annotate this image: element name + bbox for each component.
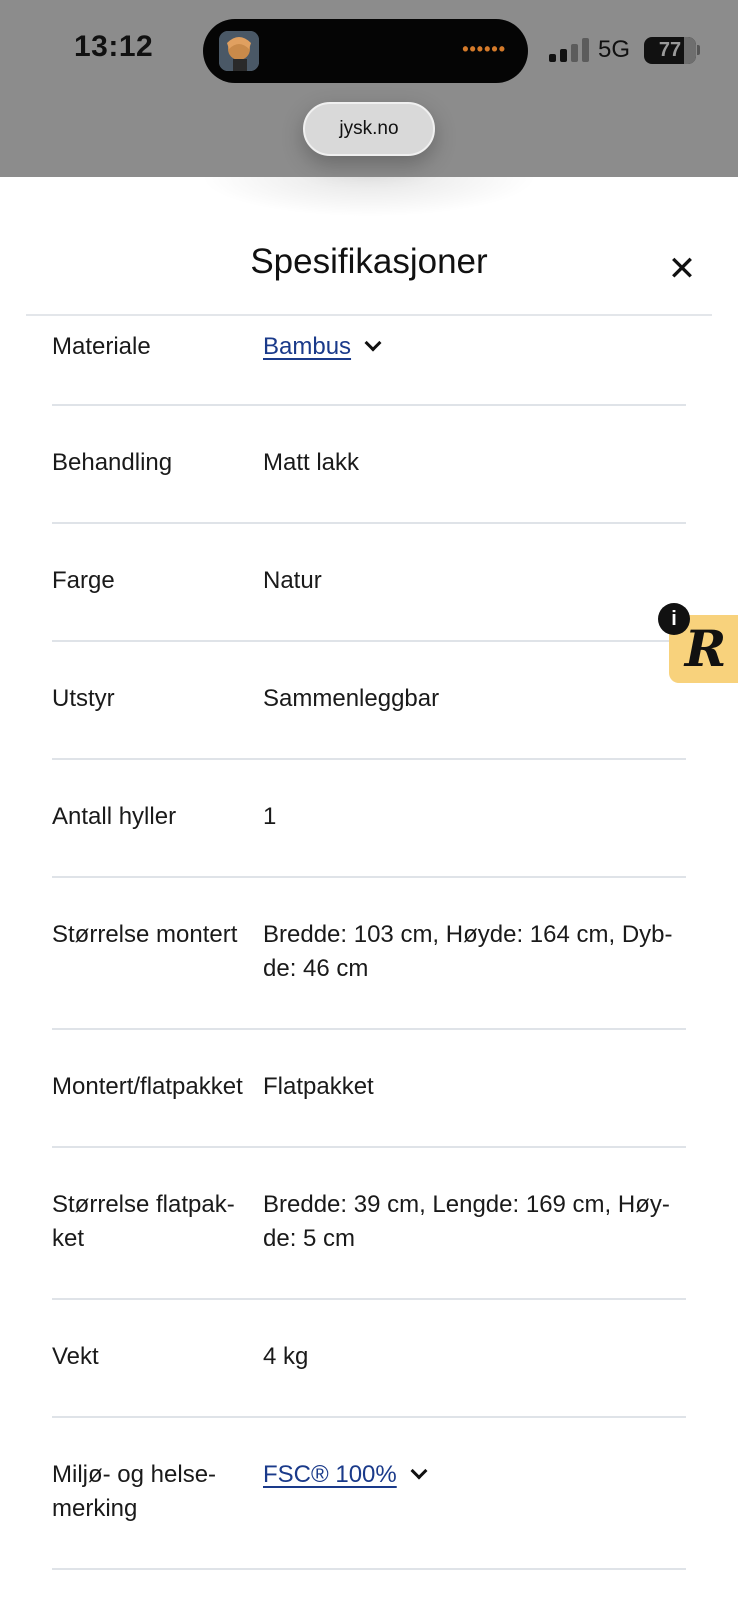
spec-value-line: de: 5 cm	[263, 1225, 356, 1252]
spec-label: Materiale	[52, 333, 151, 360]
close-icon: ✕	[667, 250, 697, 288]
spec-value: Flatpakket	[263, 1073, 374, 1100]
spec-value: Matt lakk	[263, 449, 360, 476]
chevron-down-icon[interactable]	[364, 334, 382, 352]
spec-row: Montert/flatpakket Flatpakket	[52, 1030, 686, 1148]
spec-value: Bredde: 39 cm, Lengde: 169 cm, Høy- de: …	[263, 1188, 683, 1256]
activity-dots-icon: ••••••	[462, 39, 506, 59]
spec-value: Bambus	[263, 330, 683, 364]
spec-row: Farge Natur	[52, 524, 686, 642]
spec-label: Vekt	[52, 1343, 99, 1370]
spec-value-line: Bredde: 39 cm, Lengde: 169 cm, Høy-	[263, 1191, 670, 1218]
spec-label: Miljø- og helse- merking	[52, 1458, 257, 1526]
sheet-title: Spesifikasjoner	[250, 242, 488, 281]
spec-value: FSC® 100%	[263, 1458, 683, 1492]
spec-label: Størrelse montert	[52, 921, 238, 948]
certification-link[interactable]: FSC® 100%	[263, 1461, 397, 1488]
spec-value: 4 kg	[263, 1343, 309, 1370]
spec-value: Natur	[263, 567, 322, 594]
spec-list: Materiale Bambus Behandling Matt lakk Fa…	[52, 316, 686, 1570]
spec-row: Størrelse montert Bredde: 103 cm, Høyde:…	[52, 878, 686, 1030]
spec-value: Bredde: 103 cm, Høyde: 164 cm, Dyb- de: …	[263, 918, 683, 986]
spec-label-line: Størrelse flatpak-	[52, 1191, 235, 1218]
cellular-signal-icon	[549, 38, 589, 62]
spec-label: Utstyr	[52, 685, 115, 712]
spec-label: Farge	[52, 567, 115, 594]
spec-row: Materiale Bambus	[52, 316, 686, 406]
spec-row: Vekt 4 kg	[52, 1300, 686, 1418]
dynamic-island[interactable]: ••••••	[203, 19, 528, 83]
battery-icon: 77	[644, 37, 696, 64]
close-button[interactable]: ✕	[664, 252, 700, 288]
spec-label-line: merking	[52, 1495, 138, 1522]
spec-value: 1	[263, 803, 277, 830]
spec-row: Utstyr Sammenleggbar	[52, 642, 686, 760]
sheet-shadow	[200, 177, 538, 217]
spec-value-line: de: 46 cm	[263, 955, 369, 982]
spec-row: Antall hyller 1	[52, 760, 686, 878]
info-icon[interactable]: i	[658, 603, 690, 635]
battery-level: 77	[658, 39, 682, 61]
now-playing-artwork	[219, 31, 259, 71]
spec-label-line: Miljø- og helse-	[52, 1461, 217, 1488]
spec-row: Behandling Matt lakk	[52, 406, 686, 524]
spec-label: Behandling	[52, 449, 173, 476]
status-time: 13:12	[74, 30, 154, 63]
chevron-down-icon[interactable]	[410, 1462, 428, 1480]
spec-label: Montert/flatpakket	[52, 1073, 243, 1100]
spec-label: Størrelse flatpak- ket	[52, 1188, 257, 1256]
battery-tip	[697, 45, 700, 55]
spec-label: Antall hyller	[52, 803, 177, 830]
spec-value-line: Bredde: 103 cm, Høyde: 164 cm, Dyb-	[263, 921, 673, 948]
floating-badge[interactable]: R i	[655, 603, 738, 683]
spec-row: Miljø- og helse- merking FSC® 100%	[52, 1418, 686, 1570]
spec-label-line: ket	[52, 1225, 85, 1252]
spec-row: Størrelse flatpak- ket Bredde: 39 cm, Le…	[52, 1148, 686, 1300]
material-link[interactable]: Bambus	[263, 333, 351, 360]
url-pill[interactable]: jysk.no	[303, 102, 435, 156]
network-type: 5G	[598, 36, 631, 63]
status-bar: 13:12 •••••• 5G 77 jysk.no	[0, 0, 738, 177]
spec-value: Sammenleggbar	[263, 685, 440, 712]
